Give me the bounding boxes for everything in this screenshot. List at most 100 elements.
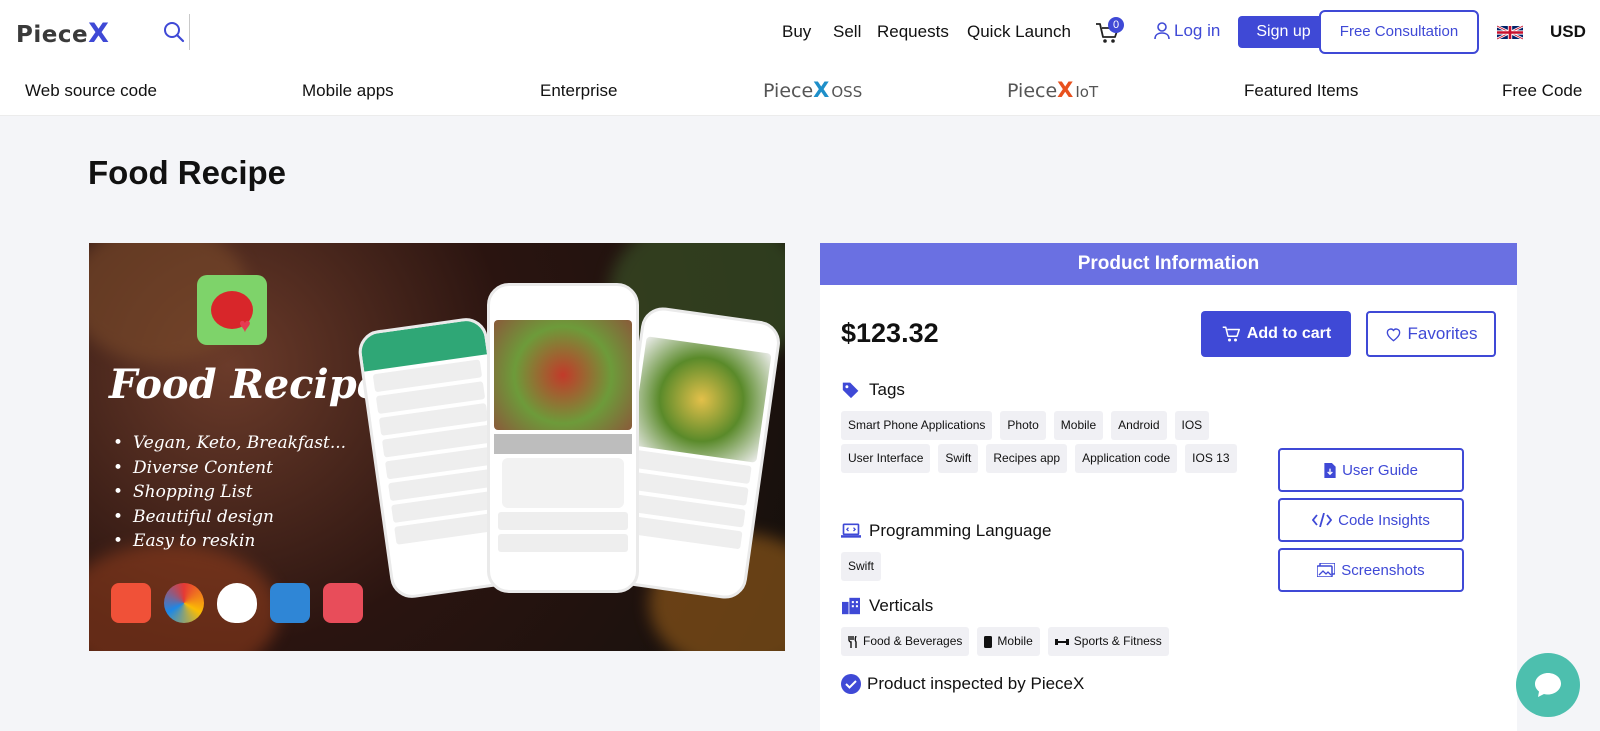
xcode-icon: [270, 583, 310, 623]
programming-language-heading: Programming Language: [841, 521, 1051, 541]
recipe-stats-card: [502, 458, 624, 508]
tags-title: Tags: [869, 380, 905, 399]
tag-chip[interactable]: Android: [1111, 411, 1167, 440]
category-mobile-apps[interactable]: Mobile apps: [302, 81, 394, 101]
file-download-icon: [1324, 462, 1336, 478]
vertical-chip-mobile[interactable]: Mobile: [977, 627, 1040, 656]
category-featured-items[interactable]: Featured Items: [1244, 81, 1358, 101]
code-icon: [1312, 513, 1333, 527]
languages-list: Swift: [841, 552, 1251, 581]
signup-button[interactable]: Sign up: [1238, 16, 1329, 48]
vertical-chip-sports[interactable]: Sports & Fitness: [1047, 627, 1169, 656]
vertical-chip-food[interactable]: Food & Beverages: [841, 627, 970, 656]
verticals-list: Food & Beverages Mobile Sports & Fitness: [841, 627, 1251, 656]
user-guide-label: User Guide: [1342, 461, 1418, 479]
login-link[interactable]: Log in: [1154, 21, 1220, 41]
tag-chip[interactable]: User Interface: [841, 444, 931, 473]
inspection-badge: Product inspected by PieceX: [841, 674, 1084, 694]
inspection-text: Product inspected by PieceX: [867, 674, 1085, 693]
nav-requests[interactable]: Requests: [877, 22, 949, 42]
tech-icons: [111, 583, 363, 623]
swift-icon: [111, 583, 151, 623]
category-piecex-oss[interactable]: PieceX OSS: [763, 78, 862, 102]
images-icon: [1317, 563, 1336, 577]
search-divider: [189, 14, 190, 50]
product-hero-image[interactable]: ♥ Food Recipes Vegan, Keto, Breakfast...…: [89, 243, 785, 651]
code-insights-label: Code Insights: [1338, 511, 1430, 529]
category-enterprise[interactable]: Enterprise: [540, 81, 617, 101]
logo-text: Piece: [16, 22, 89, 48]
food-photo: [631, 336, 772, 463]
tag-chip[interactable]: Swift: [938, 444, 979, 473]
user-guide-button[interactable]: User Guide: [1278, 448, 1464, 492]
tag-chip[interactable]: IOS: [1174, 411, 1210, 440]
cart-count-badge: 0: [1108, 17, 1124, 33]
user-icon: [1154, 22, 1170, 40]
android-studio-icon: [164, 583, 204, 623]
verticals-title: Verticals: [869, 596, 934, 615]
free-consultation-button[interactable]: Free Consultation: [1319, 10, 1479, 54]
heart-icon: ♥: [239, 315, 251, 337]
language-chip[interactable]: Swift: [841, 552, 882, 581]
top-navigation: PieceX Buy Sell Requests Quick Launch 0 …: [0, 0, 1600, 66]
hero-bullet: Vegan, Keto, Breakfast...: [113, 433, 346, 458]
chat-bubble-icon: [1535, 673, 1561, 697]
category-web-source-code[interactable]: Web source code: [25, 81, 157, 101]
tag-chip[interactable]: Application code: [1075, 444, 1178, 473]
piecex-logo[interactable]: PieceX: [16, 18, 109, 49]
vertical-label: Food & Beverages: [863, 634, 963, 648]
hero-bullet: Diverse Content: [113, 458, 346, 483]
favorites-button[interactable]: Favorites: [1366, 311, 1496, 357]
ios13-icon: [323, 583, 363, 623]
screenshots-label: Screenshots: [1341, 561, 1425, 579]
category-bar: Web source code Mobile apps Enterprise P…: [0, 66, 1600, 116]
programming-language-title: Programming Language: [869, 521, 1052, 540]
iot-logo-text: Piece: [1007, 80, 1058, 102]
verticals-heading: Verticals: [841, 596, 933, 616]
add-to-cart-button[interactable]: Add to cart: [1201, 311, 1351, 357]
tag-chip[interactable]: IOS 13: [1185, 444, 1237, 473]
list-row: [498, 512, 628, 530]
hero-bullet: Easy to reskin: [113, 531, 346, 556]
hero-feature-list: Vegan, Keto, Breakfast... Diverse Conten…: [113, 433, 346, 556]
vertical-label: Sports & Fitness: [1073, 634, 1162, 648]
oss-logo-text: Piece: [763, 80, 814, 102]
heart-icon: [1386, 327, 1400, 341]
login-label: Log in: [1174, 21, 1221, 40]
utensils-icon: [848, 635, 857, 648]
tag-chip[interactable]: Smart Phone Applications: [841, 411, 993, 440]
page-title: Food Recipe: [88, 154, 287, 191]
currency-selector[interactable]: USD: [1550, 22, 1586, 42]
screenshots-button[interactable]: Screenshots: [1278, 548, 1464, 592]
nav-sell[interactable]: Sell: [833, 22, 861, 42]
tags-heading: Tags: [841, 380, 905, 400]
phone-status: [490, 286, 636, 316]
phone-mockup-center: [487, 283, 639, 593]
oss-logo-suffix: OSS: [831, 83, 863, 101]
cart-icon: [1222, 326, 1240, 342]
uk-flag-icon[interactable]: [1497, 24, 1523, 41]
vertical-label: Mobile: [997, 634, 1033, 648]
buildings-icon: [842, 597, 860, 615]
laptop-code-icon: [841, 523, 861, 538]
logo-x: X: [88, 18, 110, 49]
category-free-code[interactable]: Free Code: [1502, 81, 1582, 101]
product-price: $123.32: [841, 318, 939, 348]
add-to-cart-label: Add to cart: [1246, 325, 1332, 342]
tag-chip[interactable]: Recipes app: [986, 444, 1068, 473]
tag-chip[interactable]: Photo: [1000, 411, 1046, 440]
nav-buy[interactable]: Buy: [782, 22, 811, 42]
hero-bullet: Beautiful design: [113, 507, 346, 532]
food-photo: [494, 320, 632, 430]
tag-chip[interactable]: Mobile: [1053, 411, 1104, 440]
iot-logo-x: X: [1057, 78, 1074, 102]
oss-logo-x: X: [813, 78, 830, 102]
chat-widget-button[interactable]: [1516, 653, 1580, 717]
category-piecex-iot[interactable]: PieceX IoT: [1007, 78, 1098, 102]
search-icon[interactable]: [162, 20, 186, 44]
tag-icon: [842, 382, 859, 399]
apple-logo-icon: [217, 583, 257, 623]
dumbbell-icon: [1054, 638, 1069, 645]
code-insights-button[interactable]: Code Insights: [1278, 498, 1464, 542]
nav-quick-launch[interactable]: Quick Launch: [967, 22, 1071, 42]
